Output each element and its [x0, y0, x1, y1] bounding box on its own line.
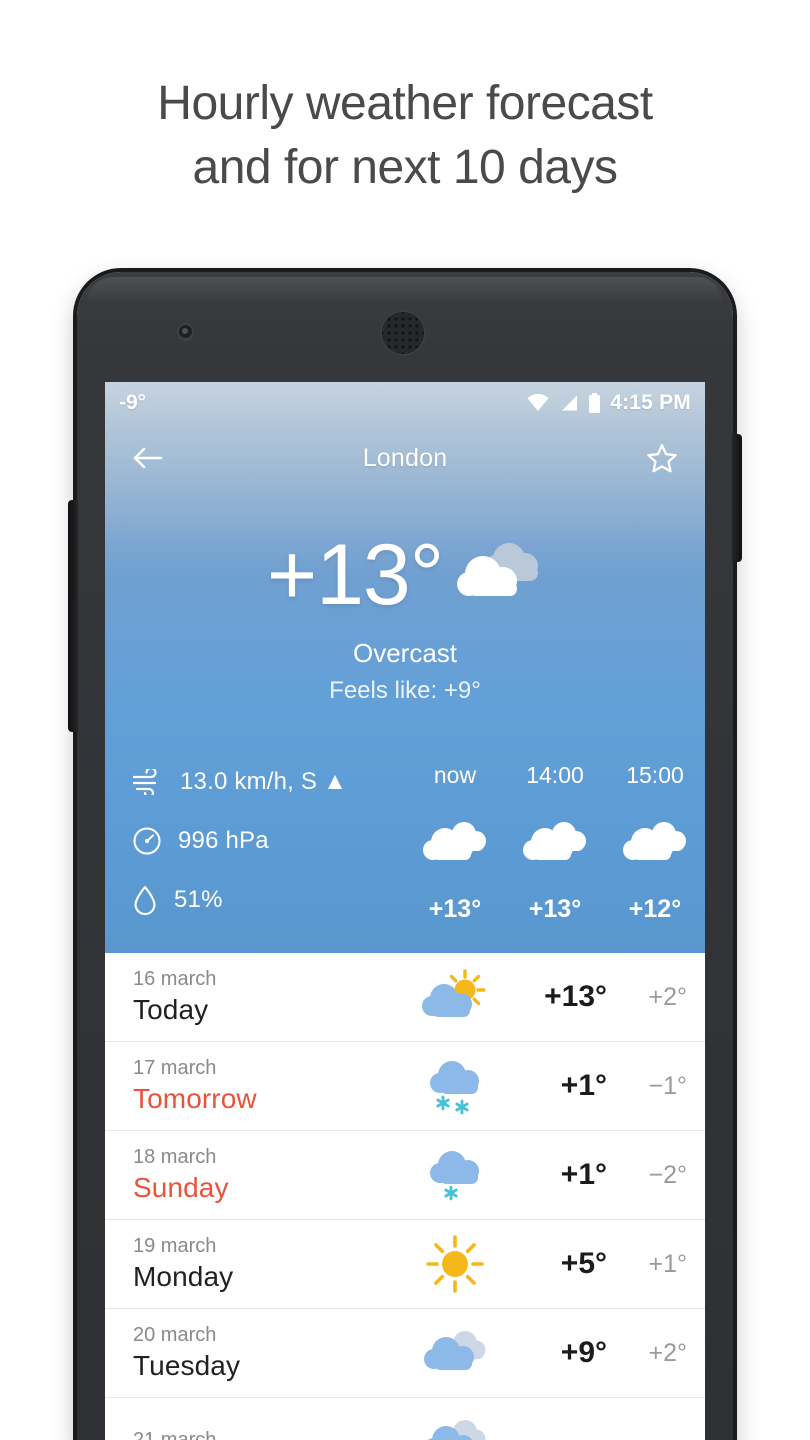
daily-low: +2°: [648, 1338, 687, 1367]
daily-row-label: 18 march Sunday: [133, 1146, 413, 1204]
app-bar: London: [105, 430, 705, 486]
earpiece-speaker-icon: [380, 310, 426, 356]
daily-high: +1°: [560, 1158, 607, 1191]
volume-button[interactable]: [68, 500, 78, 732]
daily-high: +13°: [544, 980, 607, 1013]
pressure-gauge-icon: [131, 825, 163, 857]
partly-cloudy-icon: [413, 967, 497, 1027]
table-row[interactable]: 17 march Tomorrow +1° −1°: [105, 1042, 705, 1131]
daily-row-label: 17 march Tomorrow: [133, 1057, 413, 1115]
daily-high: +9°: [560, 1336, 607, 1369]
daily-low: +2°: [648, 982, 687, 1011]
daily-day: Sunday: [133, 1172, 229, 1203]
metric-wind: 13.0 km/h, S ▲: [131, 760, 405, 804]
daily-row-label: 21 march: [133, 1429, 413, 1440]
daily-high: +1°: [560, 1069, 607, 1102]
wifi-icon: [526, 394, 550, 412]
status-bar-clock: 4:15 PM: [610, 391, 691, 414]
daily-row-label: 19 march Monday: [133, 1235, 413, 1293]
daily-high: +5°: [560, 1247, 607, 1280]
hourly-time: 14:00: [526, 762, 584, 788]
daily-day: Tuesday: [133, 1350, 241, 1381]
metric-humidity: 51%: [131, 878, 405, 922]
hourly-time: 15:00: [626, 762, 684, 788]
table-row[interactable]: 18 march Sunday +1° −2°: [105, 1131, 705, 1220]
battery-icon: [588, 393, 601, 413]
daily-date: 21 march: [133, 1429, 217, 1440]
metrics-and-hourly: 13.0 km/h, S ▲ 996 hPa 51% now +13° 14:0…: [105, 754, 705, 944]
back-arrow-icon[interactable]: [127, 437, 169, 479]
snow-light-icon: [413, 1145, 497, 1205]
status-bar: -9° 4:15 PM: [105, 382, 705, 424]
table-row[interactable]: 21 march: [105, 1398, 705, 1440]
bezel-highlight: [87, 277, 723, 303]
daily-day: Today: [133, 994, 209, 1025]
hourly-item[interactable]: 15:00 +12°: [605, 754, 705, 944]
headline-line-2: and for next 10 days: [192, 141, 618, 194]
daily-date: 16 march: [133, 968, 217, 990]
status-bar-right-cluster: 4:15 PM: [526, 391, 691, 415]
hourly-temperature: +12°: [628, 895, 682, 923]
feels-like-label: Feels like: +9°: [329, 677, 481, 704]
daily-low: −2°: [648, 1160, 687, 1189]
overcast-icon: [518, 816, 592, 868]
hourly-item[interactable]: 14:00 +13°: [505, 754, 605, 944]
promo-screenshot: Hourly weather forecast and for next 10 …: [0, 0, 810, 1440]
table-row[interactable]: 20 march Tuesday +9° +2°: [105, 1309, 705, 1398]
humidity-drop-icon: [131, 884, 159, 916]
power-button[interactable]: [732, 434, 742, 562]
status-bar-temperature: -9°: [119, 391, 147, 414]
page-title: London: [362, 443, 448, 472]
cloudy-icon: [413, 1414, 497, 1440]
daily-row-label: 16 march Today: [133, 968, 413, 1026]
metric-wind-value: 13.0 km/h, S ▲: [180, 768, 347, 796]
phone-screen: -9° 4:15 PM London +13° Overcast Feels l…: [105, 382, 705, 1440]
promo-headline: Hourly weather forecast and for next 10 …: [0, 72, 810, 200]
sunny-icon: [413, 1233, 497, 1295]
daily-low: +1°: [648, 1249, 687, 1278]
daily-day: Tomorrow: [133, 1083, 257, 1114]
weather-metrics-list: 13.0 km/h, S ▲ 996 hPa 51%: [105, 754, 405, 944]
hourly-time: now: [433, 762, 477, 788]
cloudy-icon: [413, 1325, 497, 1381]
star-outline-icon[interactable]: [641, 437, 683, 479]
current-condition-label: Overcast: [352, 638, 458, 668]
table-row[interactable]: 19 march Monday +5° +1°: [105, 1220, 705, 1309]
daily-date: 20 march: [133, 1324, 217, 1346]
daily-date: 17 march: [133, 1057, 217, 1079]
metric-pressure: 996 hPa: [131, 819, 405, 863]
front-camera-icon: [177, 323, 194, 340]
signal-icon: [559, 394, 579, 412]
hourly-forecast-strip: now +13° 14:00 +13° 15:00 +12°: [405, 754, 705, 944]
overcast-icon: [618, 816, 692, 868]
daily-date: 18 march: [133, 1146, 217, 1168]
current-temperature: +13°: [266, 527, 444, 623]
table-row[interactable]: 16 march Today +13° +2°: [105, 953, 705, 1042]
current-conditions: +13° Overcast Feels like: +9°: [105, 532, 705, 705]
overcast-icon: [418, 816, 492, 868]
metric-pressure-value: 996 hPa: [178, 827, 269, 854]
hourly-item[interactable]: now +13°: [405, 754, 505, 944]
metric-wind-text: 13.0 km/h, S: [180, 768, 318, 795]
wind-icon: [131, 769, 165, 795]
current-temp-row: +13°: [105, 532, 705, 618]
headline-line-1: Hourly weather forecast: [157, 77, 653, 130]
daily-forecast-list: 16 march Today +13° +2° 17 march Tomorro…: [105, 953, 705, 1440]
daily-date: 19 march: [133, 1235, 217, 1257]
overcast-icon: [447, 537, 543, 613]
metric-humidity-value: 51%: [174, 886, 223, 913]
hourly-temperature: +13°: [428, 895, 482, 923]
current-weather-panel: -9° 4:15 PM London +13° Overcast Feels l…: [105, 382, 705, 953]
snow-heavy-icon: [413, 1055, 497, 1117]
daily-day: Monday: [133, 1261, 234, 1292]
daily-low: −1°: [648, 1071, 687, 1100]
wind-direction-arrow-icon: ▲: [323, 768, 348, 795]
daily-row-label: 20 march Tuesday: [133, 1324, 413, 1382]
hourly-temperature: +13°: [528, 895, 582, 923]
